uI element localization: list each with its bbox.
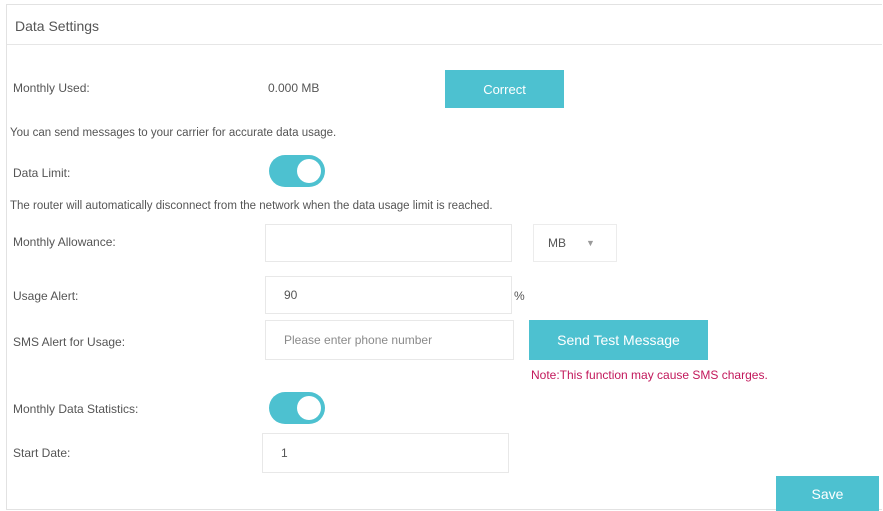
usage-alert-unit: % [514, 289, 525, 303]
router-note: The router will automatically disconnect… [10, 200, 493, 212]
unit-selected-value: MB [548, 236, 566, 250]
correct-button[interactable]: Correct [445, 70, 564, 108]
start-date-label: Start Date: [13, 446, 71, 460]
monthly-allowance-label: Monthly Allowance: [13, 235, 116, 249]
start-date-input[interactable] [262, 433, 509, 473]
page-title: Data Settings [15, 18, 100, 34]
data-limit-label: Data Limit: [13, 166, 71, 180]
toggle-knob [297, 396, 321, 420]
phone-number-input[interactable] [265, 320, 514, 360]
caret-down-icon: ▼ [586, 238, 595, 248]
save-button[interactable]: Save [776, 476, 879, 511]
sms-alert-label: SMS Alert for Usage: [13, 335, 126, 349]
carrier-note: You can send messages to your carrier fo… [10, 127, 337, 139]
panel-header: Data Settings [7, 5, 882, 45]
toggle-knob [297, 159, 321, 183]
monthly-stats-toggle[interactable] [269, 392, 325, 424]
monthly-allowance-input[interactable] [265, 224, 512, 262]
monthly-stats-label: Monthly Data Statistics: [13, 402, 139, 416]
send-test-message-button[interactable]: Send Test Message [529, 320, 708, 360]
allowance-unit-select[interactable]: MB ▼ [533, 224, 617, 262]
monthly-used-label: Monthly Used: [13, 81, 90, 95]
monthly-used-value: 0.000 MB [268, 81, 320, 95]
usage-alert-input[interactable] [265, 276, 512, 314]
sms-charges-warning: Note:This function may cause SMS charges… [531, 368, 768, 382]
data-limit-toggle[interactable] [269, 155, 325, 187]
usage-alert-label: Usage Alert: [13, 289, 79, 303]
